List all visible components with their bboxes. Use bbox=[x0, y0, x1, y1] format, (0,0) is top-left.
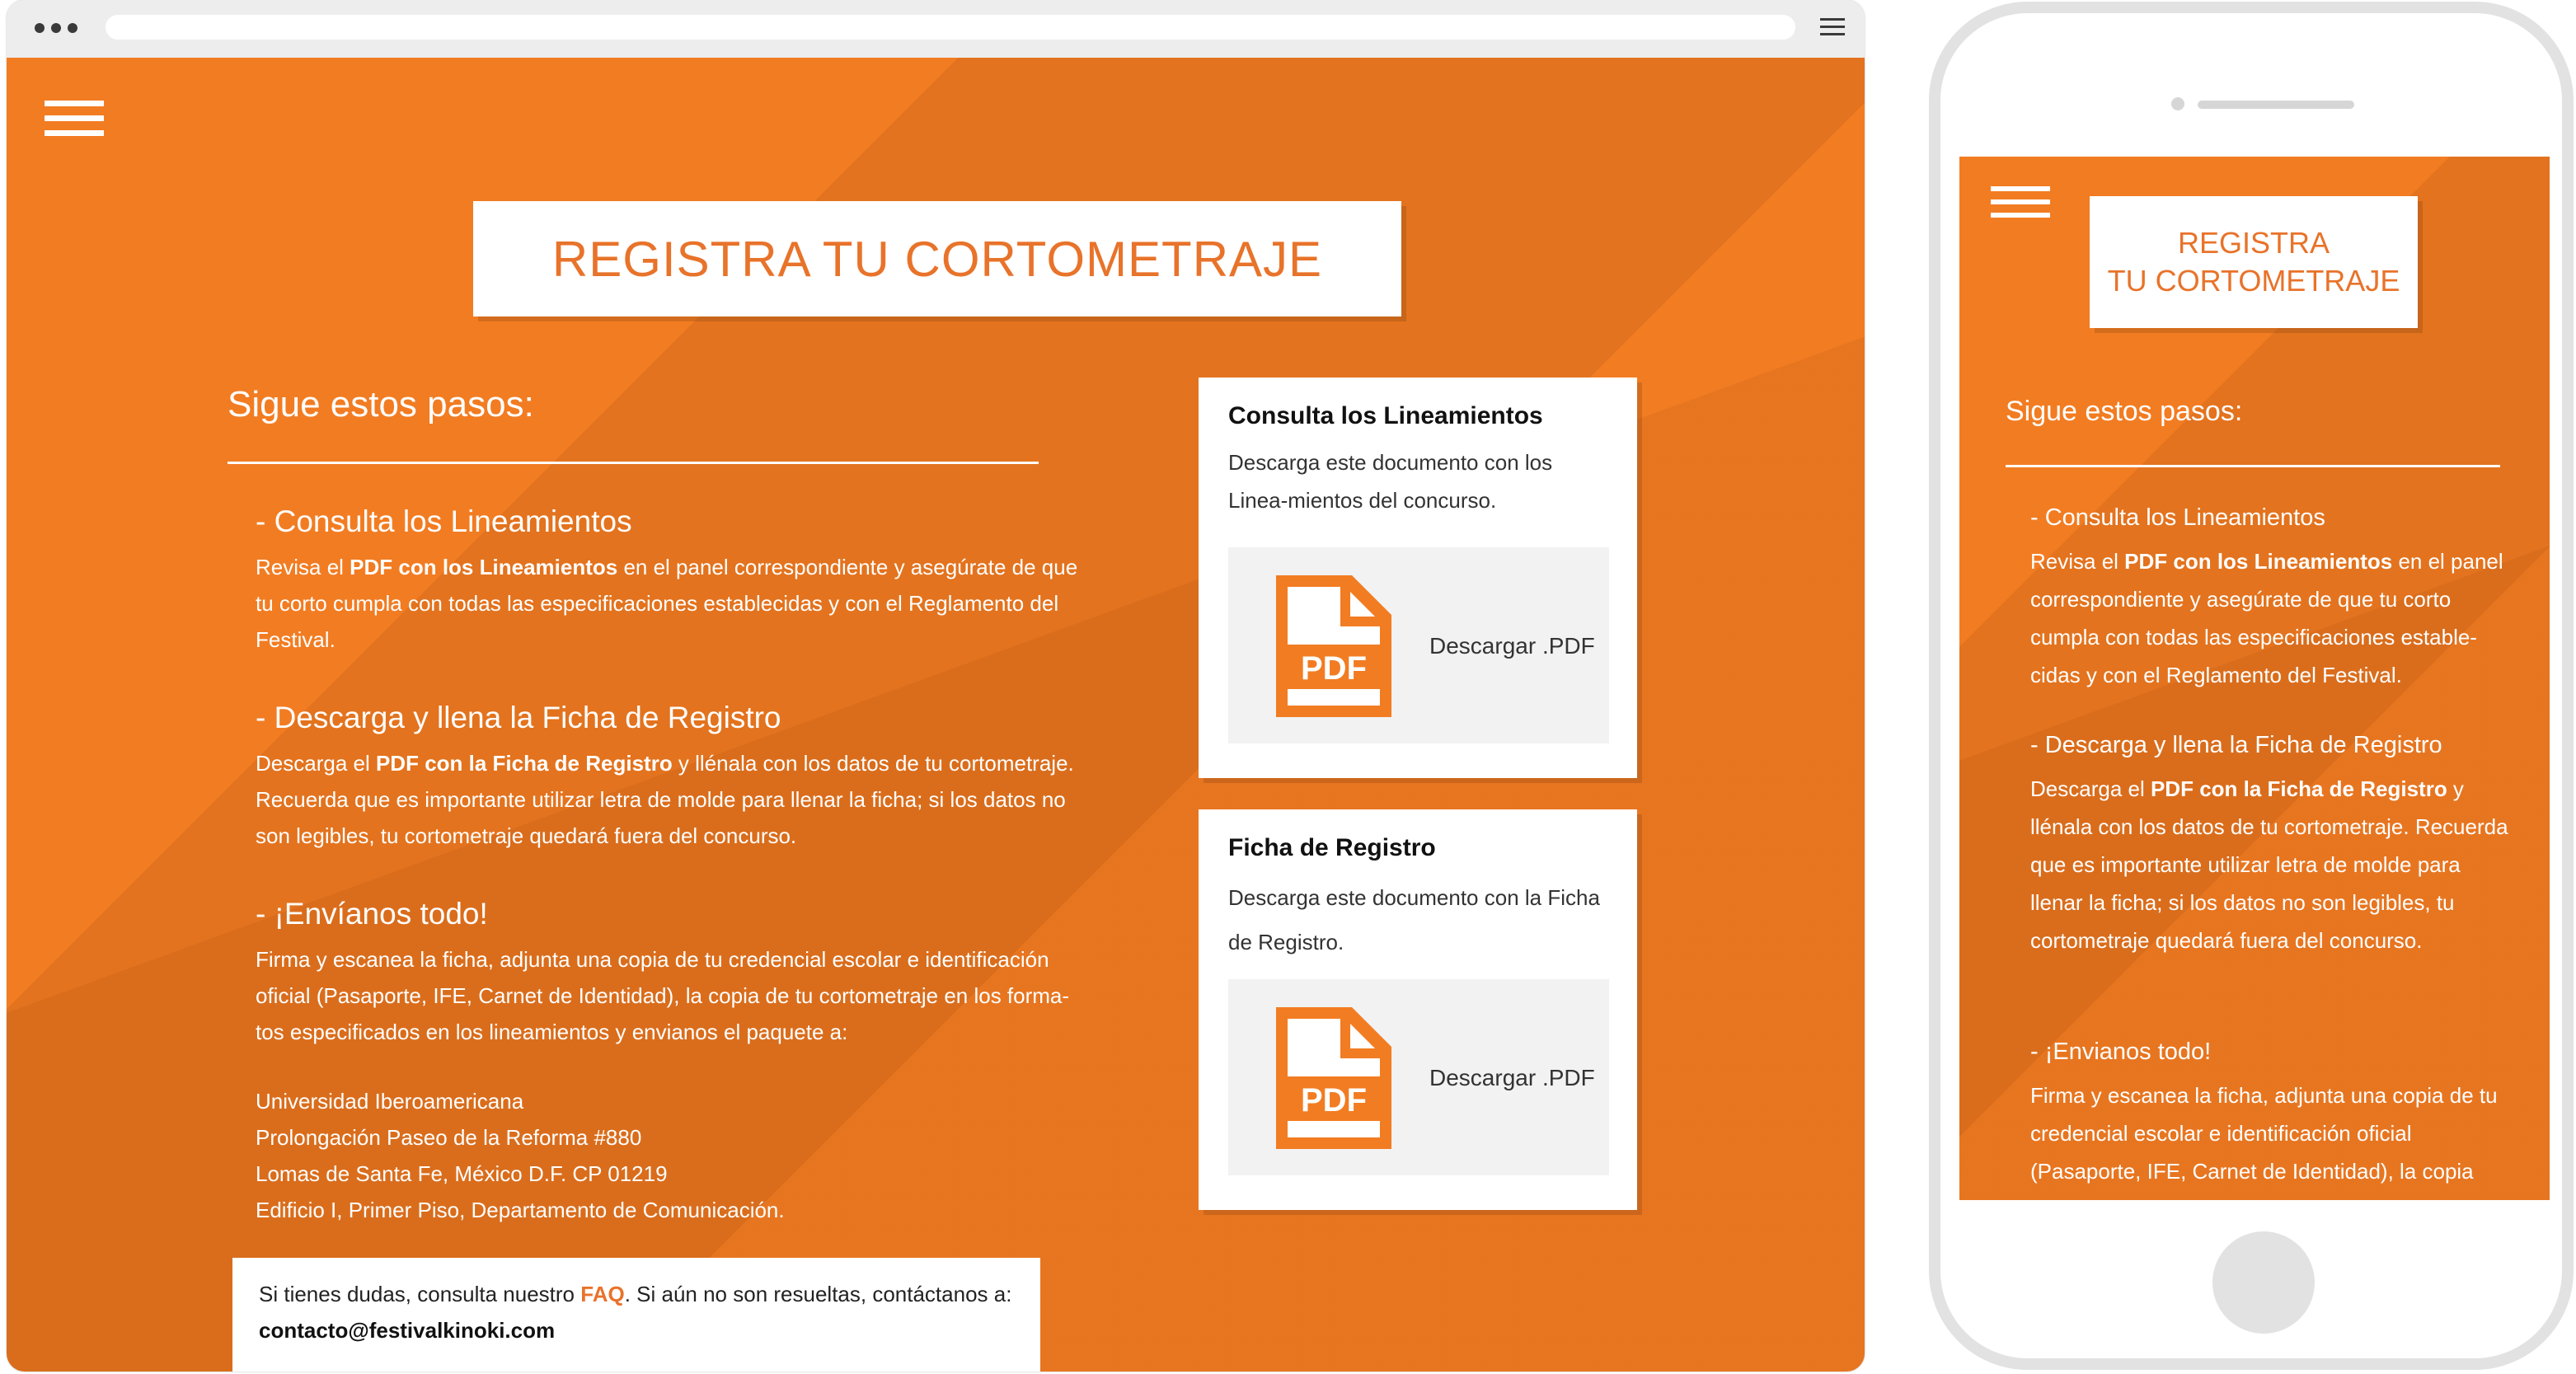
card-title: Ficha de Registro bbox=[1228, 834, 1436, 861]
step-descarga: - Descarga y llena la Ficha de Registro … bbox=[256, 696, 1080, 854]
step-heading: - Descarga y llena la Ficha de Registro bbox=[256, 701, 781, 734]
download-pdf-button[interactable]: PDF Descargar .PDF bbox=[1228, 979, 1609, 1175]
window-dot bbox=[35, 23, 45, 33]
mobile-page: REGISTRA TU CORTOMETRAJE Sigue estos pas… bbox=[1959, 157, 2550, 1200]
contact-email-link[interactable]: contacto@festivalkinoki.com bbox=[259, 1312, 1040, 1348]
card-text: Descarga este documento con la Ficha de … bbox=[1228, 885, 1600, 954]
step-heading: - Descarga y llena la Ficha de Registro bbox=[2030, 732, 2442, 758]
page-title: REGISTRA TU CORTOMETRAJE bbox=[2090, 196, 2418, 328]
step-text: Revisa el PDF con los Lineamientos en el… bbox=[256, 555, 1078, 652]
download-pdf-button[interactable]: PDF Descargar .PDF bbox=[1228, 547, 1609, 743]
step-text: Revisa el PDF con los Lineamientos en el… bbox=[2030, 549, 2503, 687]
download-label: Descargar .PDF bbox=[1429, 1065, 1595, 1090]
address-line: Lomas de Santa Fe, México D.F. CP 01219 bbox=[256, 1161, 668, 1186]
address-line: Universidad Iberoamericana bbox=[256, 1089, 524, 1114]
card-lineamientos: Consulta los Lineamientos Descarga este … bbox=[1199, 377, 1637, 778]
pdf-icon-label: PDF bbox=[1301, 650, 1367, 687]
page-title: REGISTRA TU CORTOMETRAJE bbox=[473, 201, 1401, 317]
divider bbox=[228, 462, 1039, 464]
title-line: REGISTRA bbox=[2177, 226, 2330, 260]
step-heading: - Consulta los Lineamientos bbox=[2030, 504, 2325, 531]
window-dot bbox=[68, 23, 77, 33]
step-consulta: - Consulta los Lineamientos Revisa el PD… bbox=[2030, 499, 2508, 694]
step-heading: - ¡Envianos todo! bbox=[2030, 1039, 2212, 1065]
hamburger-menu-icon[interactable] bbox=[1991, 186, 2050, 218]
address-line: Prolongación Paseo de la Reforma #880 bbox=[256, 1125, 642, 1150]
divider bbox=[2006, 465, 2500, 467]
card-ficha-registro: Ficha de Registro Descarga este document… bbox=[1199, 809, 1637, 1210]
faq-link[interactable]: FAQ bbox=[580, 1282, 624, 1306]
mailing-address: Universidad Iberoamericana Prolongación … bbox=[256, 1083, 1080, 1228]
step-heading: - Consulta los Lineamientos bbox=[256, 504, 632, 538]
address-bar[interactable] bbox=[106, 15, 1795, 40]
step-text: Descarga el PDF con la Ficha de Registro… bbox=[256, 751, 1074, 848]
browser-menu-icon[interactable] bbox=[1820, 18, 1845, 38]
hamburger-menu-icon[interactable] bbox=[45, 101, 104, 136]
window-dot bbox=[51, 23, 61, 33]
browser-toolbar bbox=[7, 0, 1865, 58]
step-envianos: - ¡Envianos todo! Firma y escanea la fic… bbox=[2030, 1034, 2508, 1190]
speaker-slot bbox=[2198, 101, 2354, 109]
step-text: Firma y escanea la ficha, adjunta una co… bbox=[256, 947, 1070, 1044]
download-label: Descargar .PDF bbox=[1429, 633, 1595, 659]
desktop-browser-window: REGISTRA TU CORTOMETRAJE Sigue estos pas… bbox=[7, 0, 1865, 1372]
pdf-icon-label: PDF bbox=[1301, 1082, 1367, 1118]
faq-text: Si tienes dudas, consulta nuestro FAQ. S… bbox=[259, 1282, 1012, 1306]
step-text: Descarga el PDF con la Ficha de Registro… bbox=[2030, 776, 2508, 953]
steps-title: Sigue estos pasos: bbox=[2006, 396, 2243, 427]
title-line: TU CORTOMETRAJE bbox=[2107, 264, 2400, 298]
pdf-file-icon: PDF bbox=[1276, 1007, 1391, 1149]
step-heading: - ¡Envíanos todo! bbox=[256, 897, 488, 931]
step-envianos: - ¡Envíanos todo! Firma y escanea la fic… bbox=[256, 892, 1080, 1050]
step-text: Firma y escanea la ficha, adjunta una co… bbox=[2030, 1083, 2498, 1184]
desktop-page: REGISTRA TU CORTOMETRAJE Sigue estos pas… bbox=[7, 58, 1865, 1372]
step-consulta: - Consulta los Lineamientos Revisa el PD… bbox=[256, 499, 1080, 658]
faq-contact-box: Si tienes dudas, consulta nuestro FAQ. S… bbox=[232, 1258, 1040, 1372]
card-text: Descarga este documento con los Linea-mi… bbox=[1228, 450, 1553, 513]
address-line: Edificio I, Primer Piso, Departamento de… bbox=[256, 1198, 785, 1222]
card-title: Consulta los Lineamientos bbox=[1228, 402, 1543, 429]
home-button[interactable] bbox=[2212, 1231, 2315, 1334]
step-descarga: - Descarga y llena la Ficha de Registro … bbox=[2030, 727, 2508, 959]
camera-dot bbox=[2171, 97, 2184, 110]
steps-title: Sigue estos pasos: bbox=[228, 384, 534, 424]
pdf-file-icon: PDF bbox=[1276, 575, 1391, 717]
